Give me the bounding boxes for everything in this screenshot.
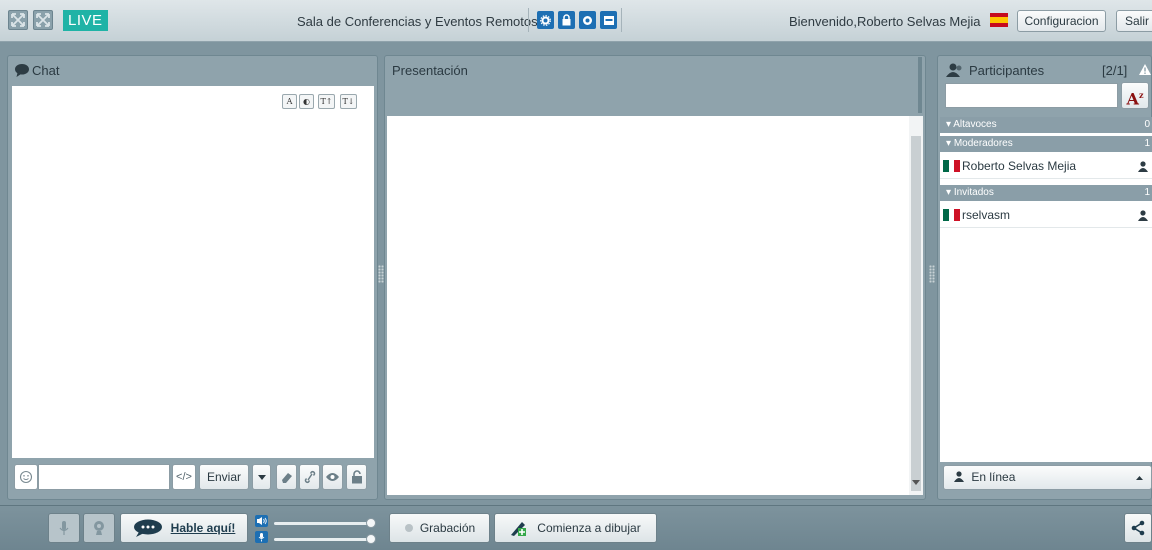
record-icon[interactable] (579, 11, 596, 29)
sort-alpha-icon: A (1126, 89, 1139, 109)
welcome-text: Bienvenido,Roberto Selvas Mejia (789, 14, 981, 29)
speaker-volume-knob[interactable] (366, 518, 376, 528)
group-label: Altavoces (953, 119, 997, 130)
presentation-scrollbar[interactable] (909, 116, 923, 495)
user-icon (954, 471, 964, 482)
participant-name: Roberto Selvas Mejia (962, 159, 1077, 173)
recording-label: Grabación (419, 521, 476, 535)
send-button[interactable]: Enviar (199, 464, 249, 490)
font-bold-icon[interactable]: A (282, 94, 297, 109)
eye-icon[interactable] (322, 464, 343, 490)
scroll-down-arrow-icon[interactable] (912, 480, 920, 485)
chat-title: Chat (32, 63, 60, 78)
mic-volume-icon (255, 531, 268, 543)
warning-icon[interactable] (1138, 63, 1152, 76)
font-decrease-icon[interactable]: T↓ (340, 94, 357, 109)
group-count: 1 (1144, 187, 1150, 198)
chat-message-input[interactable] (38, 464, 170, 490)
participant-name: rselvasm (962, 208, 1011, 222)
drawing-icon (511, 522, 527, 536)
speech-bubble-icon (133, 519, 162, 537)
send-options-chevron-down-icon[interactable] (252, 464, 271, 490)
mexico-flag-icon (943, 209, 961, 221)
mic-volume-knob[interactable] (366, 534, 376, 544)
font-increase-icon[interactable]: T↑ (318, 94, 335, 109)
settings-gear-icon[interactable] (537, 11, 554, 29)
settings-button[interactable]: Configuracion (1017, 10, 1106, 32)
participants-icon (946, 63, 962, 77)
mexico-flag-icon (943, 160, 961, 172)
talk-here-label: Hable aquí! (170, 521, 236, 535)
presentation-title: Presentación (392, 63, 468, 78)
user-icon (1138, 161, 1148, 172)
chat-messages-area[interactable] (12, 86, 374, 458)
collapse-triangle-icon: ▾ (946, 138, 952, 149)
participants-resize-handle[interactable] (929, 265, 935, 283)
speaker-volume-icon (255, 515, 268, 527)
microphone-icon[interactable] (48, 513, 80, 543)
eraser-icon[interactable] (276, 464, 297, 490)
participant-search-input[interactable] (945, 83, 1118, 108)
share-icon[interactable] (1124, 513, 1152, 543)
group-guests-header[interactable]: ▾ Invitados 1 (940, 185, 1152, 201)
mic-volume-slider[interactable] (274, 538, 372, 541)
participant-row[interactable]: rselvasm (940, 202, 1152, 228)
unlock-icon[interactable] (346, 464, 367, 490)
group-moderators-header[interactable]: ▾ Moderadores 1 (940, 136, 1152, 152)
divider (528, 8, 529, 32)
start-drawing-label: Comienza a dibujar (537, 521, 641, 535)
participants-count: [2/1] (1102, 63, 1128, 78)
recording-button[interactable]: Grabación (389, 513, 490, 543)
fullscreen-icon[interactable] (8, 10, 28, 30)
user-icon (1138, 210, 1148, 221)
chevron-up-icon (1136, 476, 1143, 480)
group-speakers-header[interactable]: ▾ Altavoces 0 (940, 117, 1152, 133)
room-title: Sala de Conferencias y Eventos Remotos (297, 14, 538, 29)
presentation-area[interactable] (387, 116, 909, 495)
record-dot-icon (404, 524, 413, 532)
talk-here-button[interactable]: Hable aquí! (120, 513, 248, 543)
divider (621, 8, 622, 32)
divider (918, 57, 922, 113)
webcam-icon[interactable] (83, 513, 115, 543)
presence-status-label: En línea (971, 470, 1016, 484)
collapse-triangle-icon: ▾ (946, 187, 952, 198)
chat-bubble-icon (15, 64, 29, 77)
link-icon[interactable] (299, 464, 320, 490)
participants-title: Participantes (969, 63, 1045, 78)
code-toggle-button[interactable]: </> (172, 464, 196, 490)
group-count: 0 (1144, 119, 1150, 130)
group-count: 1 (1144, 138, 1150, 149)
color-icon[interactable]: ◐ (299, 94, 314, 109)
top-bar: LIVE Sala de Conferencias y Eventos Remo… (0, 0, 1152, 42)
sort-alpha-button[interactable]: Az (1121, 82, 1149, 109)
emoji-icon[interactable] (14, 464, 38, 490)
start-drawing-button[interactable]: Comienza a dibujar (494, 513, 657, 543)
lock-icon[interactable] (558, 11, 575, 29)
expand-icon[interactable] (33, 10, 53, 30)
spain-flag-icon[interactable] (990, 13, 1008, 27)
exit-button[interactable]: Salir (1116, 10, 1152, 32)
group-label: Invitados (953, 187, 994, 198)
speaker-volume-slider[interactable] (274, 522, 372, 525)
participant-row[interactable]: Roberto Selvas Mejia (940, 153, 1152, 179)
collapse-triangle-icon: ▾ (946, 119, 952, 130)
group-label: Moderadores (953, 138, 1013, 149)
layout-icon[interactable] (600, 11, 617, 29)
presence-status-dropdown[interactable]: En línea (943, 465, 1152, 490)
live-badge: LIVE (63, 10, 108, 31)
